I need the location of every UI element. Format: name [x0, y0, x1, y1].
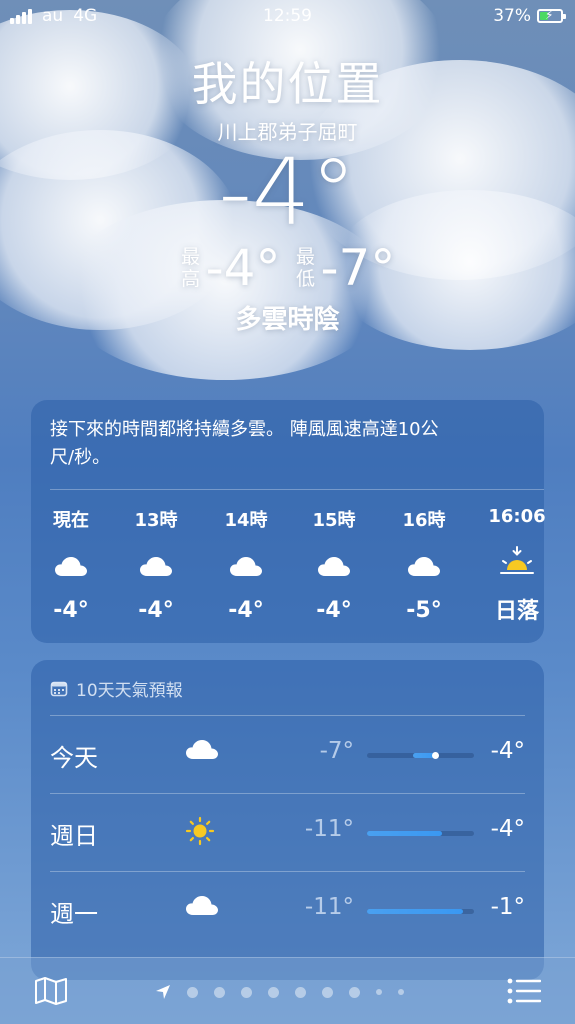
page-dot[interactable] — [376, 989, 382, 995]
page-dot[interactable] — [187, 986, 198, 998]
battery-percent: 37% — [493, 6, 531, 26]
location-arrow-icon — [156, 985, 170, 999]
cloud-icon — [116, 544, 196, 588]
hour-time: 15時 — [312, 510, 356, 531]
cloud-icon — [384, 544, 464, 588]
page-dot[interactable] — [349, 986, 360, 998]
cloud-icon — [185, 738, 219, 764]
current-weather: 我的位置 川上郡弟子屈町 -4° 最高 -4° 最低 -7° 多雲時陰 — [0, 48, 575, 336]
bottom-toolbar — [0, 957, 575, 1024]
hour-temp: -4° — [228, 598, 264, 623]
temp-range-bar — [367, 909, 474, 914]
day-row[interactable]: 週日 -11° -4° — [50, 793, 525, 872]
battery-icon: ⚡ — [537, 8, 566, 23]
low-temp: -7° — [320, 239, 396, 297]
page-dot[interactable] — [322, 986, 333, 998]
cloud-icon — [185, 894, 219, 920]
page-indicator[interactable] — [155, 984, 404, 1000]
cloud-icon — [206, 544, 286, 588]
hour-time: 16:06 — [488, 506, 546, 527]
day-low: -11° — [304, 894, 354, 920]
hour-item: 14時 -4° — [206, 506, 286, 623]
page-dot[interactable] — [295, 986, 306, 998]
ten-day-header: 10天天氣預報 — [50, 676, 183, 701]
day-high: -4° — [490, 738, 525, 764]
day-row[interactable]: 週一 -11° -1° — [50, 871, 525, 950]
high-low: 最高 -4° 最低 -7° — [0, 243, 575, 293]
list-icon[interactable] — [507, 978, 541, 1004]
sun-icon — [185, 816, 215, 850]
hourly-summary: 接下來的時間都將持續多雲。 陣風風速高達10公尺/秒。 — [50, 419, 439, 468]
hour-time: 16時 — [402, 510, 446, 531]
hour-time: 現在 — [53, 510, 89, 531]
calendar-icon — [50, 681, 68, 696]
hour-item: 15時 -4° — [294, 506, 374, 623]
day-label: 週一 — [50, 900, 98, 928]
current-temp-marker — [432, 752, 439, 759]
page-dot[interactable] — [398, 989, 404, 995]
hour-time: 14時 — [224, 510, 268, 531]
cloud-icon — [31, 544, 111, 588]
sunset-icon — [477, 539, 557, 583]
cloud-icon — [294, 544, 374, 588]
status-time: 12:59 — [263, 6, 312, 26]
day-low: -7° — [319, 738, 354, 764]
day-label: 今天 — [50, 744, 98, 772]
hour-item: 13時 -4° — [116, 506, 196, 623]
condition-text: 多雲時陰 — [235, 305, 340, 335]
day-low: -11° — [304, 816, 354, 842]
ten-day-title: 10天天氣預報 — [76, 681, 183, 701]
current-temp: -4° — [218, 139, 357, 246]
map-icon[interactable] — [34, 976, 68, 1006]
divider — [50, 489, 544, 490]
ten-day-forecast-card[interactable]: 10天天氣預報 今天 -7° -4° 週日 -11° -4° 週一 -11° -1° — [31, 660, 544, 980]
day-row[interactable]: 今天 -7° -4° — [50, 715, 525, 794]
high-temp: -4° — [205, 239, 281, 297]
temp-range-bar — [367, 831, 474, 836]
hour-item: 16:06 日落 — [477, 506, 557, 625]
location-title: 我的位置 — [191, 57, 384, 111]
day-high: -4° — [490, 816, 525, 842]
high-label: 最高 — [181, 246, 201, 290]
page-dot[interactable] — [268, 986, 279, 998]
hour-temp: -5° — [406, 598, 442, 623]
status-bar: au 4G 12:59 37% ⚡ — [0, 0, 575, 34]
hour-temp: -4° — [53, 598, 89, 623]
temp-range-bar — [367, 752, 474, 759]
hour-temp: -4° — [316, 598, 352, 623]
day-high: -1° — [490, 894, 525, 920]
hour-item: 16時 -5° — [384, 506, 464, 623]
page-dot[interactable] — [241, 986, 252, 998]
page-dot[interactable] — [214, 986, 225, 998]
hour-time: 13時 — [134, 510, 178, 531]
hour-item: 現在 -4° — [31, 506, 111, 623]
hourly-forecast-card[interactable]: 接下來的時間都將持續多雲。 陣風風速高達10公尺/秒。 現在 -4° 13時 -4° 1… — [31, 400, 546, 643]
hour-temp: -4° — [138, 598, 174, 623]
temp-range-fill — [367, 909, 463, 914]
hourly-list[interactable]: 現在 -4° 13時 -4° 14時 -4° 15時 -4° 16時 -5° 16:06 日落 — [31, 506, 546, 626]
low-label: 最低 — [295, 246, 315, 290]
hour-temp: 日落 — [494, 599, 539, 624]
temp-range-fill — [367, 831, 442, 836]
day-label: 週日 — [50, 822, 98, 850]
